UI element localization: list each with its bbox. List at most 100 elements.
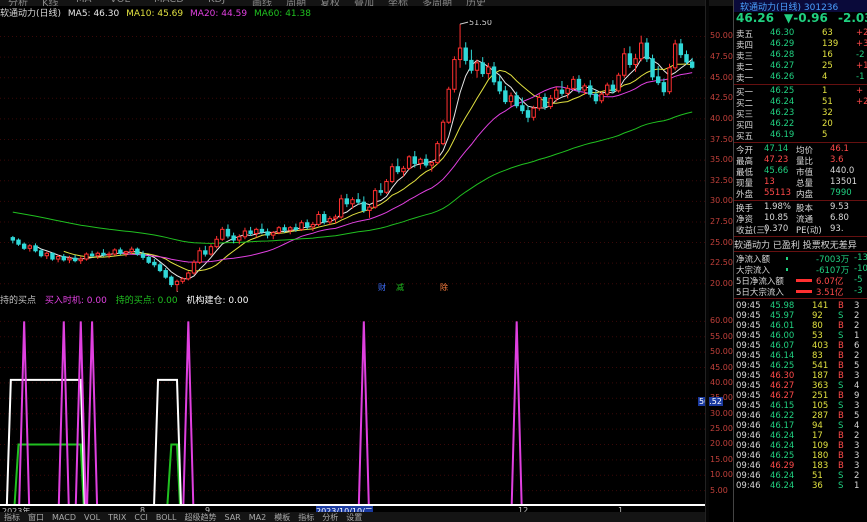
stat-row: 最高 47.23 量比 3.6 [734, 155, 867, 167]
indicator-chart[interactable] [0, 306, 705, 506]
indicator-tick: 30.00 [710, 408, 733, 418]
candle-body [395, 166, 400, 173]
indicator-tick: 45.00 [710, 362, 733, 372]
cell: 内盘 [796, 190, 814, 200]
candle-body [508, 95, 514, 103]
tick-cell: 09:45 [736, 351, 761, 361]
bottom-tab[interactable]: 模板 [274, 513, 290, 522]
vertical-scrollbar[interactable] [705, 0, 709, 522]
bid-row: 买四 46.22 20 [734, 119, 867, 131]
menu-item[interactable]: MA [76, 0, 91, 5]
candle-body [384, 181, 389, 193]
bottom-tab[interactable]: CCI [134, 513, 148, 522]
tick-cell: S [838, 471, 844, 481]
menu-item[interactable]: KDJ [208, 0, 225, 5]
bottom-tab[interactable]: 窗口 [28, 513, 44, 522]
current-price-row: 46.26 ▼-0.96 -2.03 [734, 11, 867, 27]
tick-cell: 5 [854, 411, 860, 421]
tick-cell: 09:46 [736, 461, 761, 471]
tick-cell: 46.27 [770, 391, 795, 401]
bottom-tab[interactable]: MACD [52, 513, 76, 522]
tick-cell: 46.01 [770, 321, 795, 331]
bottom-tab[interactable]: VOL [84, 513, 100, 522]
bottom-tab[interactable]: 指标 [4, 513, 20, 522]
tick-cell: 183 [812, 461, 829, 471]
candle-body [305, 222, 310, 228]
menu-item[interactable]: MACD [154, 0, 184, 5]
tick-cell: B [838, 441, 844, 451]
candle-body [276, 227, 282, 234]
tick-cell: 46.15 [770, 401, 795, 411]
candle-body [152, 261, 157, 266]
bottom-tab[interactable]: SAR [224, 513, 240, 522]
event-tag: 财 [378, 282, 386, 292]
candle-body [163, 270, 168, 278]
candle-body [548, 97, 553, 108]
price-tick: 42.50 [710, 93, 733, 103]
tick-cell: 46.22 [770, 411, 795, 421]
cell: 46.19 [770, 130, 795, 140]
tick-cell: 3 [854, 451, 860, 461]
price-change-pct: -2.03 [838, 11, 867, 25]
tick-cell: 46.07 [770, 341, 795, 351]
flow-bar [786, 257, 788, 260]
tick-cell: B [838, 361, 844, 371]
bottom-tab[interactable]: MA2 [249, 513, 266, 522]
bottom-tab-bar[interactable]: 指标 窗口 MACD VOL TRIX CCI BOLL 超级趋势 SAR MA2 模板 指标 分析 设置 [0, 512, 705, 522]
cell: 46.30 [770, 28, 795, 38]
price-tick: 20.00 [710, 278, 733, 288]
candle-body [616, 74, 621, 92]
tick-cell: 17 [812, 431, 823, 441]
indicator-tick: 60.00 [710, 316, 733, 326]
cell: 1.98% [764, 202, 792, 212]
tick-row: 09:46 46.24 36 S 1 [734, 481, 867, 491]
bottom-tab[interactable]: 设置 [346, 513, 362, 522]
tick-cell: 1 [854, 331, 860, 341]
price-tick: 45.00 [710, 72, 733, 82]
tick-cell: B [838, 431, 844, 441]
menu-item[interactable]: VOL [110, 0, 130, 5]
tick-cell: 109 [812, 441, 829, 451]
high-mark: 51.50 [469, 20, 492, 27]
ask-row: 卖五46.3063+2 [734, 28, 867, 40]
stat-row: 今开 47.14 均价 46.1 [734, 144, 867, 156]
flow-row: 5日大宗流入 3.51亿 -3 [734, 286, 867, 298]
candle-body [520, 105, 525, 112]
indicator-legend: 持的买点 买入时机: 0.00 持的买点: 0.00 机构建仓: 0.00 [0, 293, 705, 306]
tick-cell: 3 [854, 371, 860, 381]
cell: 45.66 [764, 166, 789, 176]
candle-body [84, 253, 89, 260]
bottom-tab[interactable]: BOLL [156, 513, 177, 522]
bottom-tab[interactable]: TRIX [108, 513, 126, 522]
price-tick: 22.50 [710, 258, 733, 268]
tick-cell: 09:45 [736, 391, 761, 401]
cell: 55113 [764, 188, 792, 198]
bottom-tab[interactable]: 指标 [298, 513, 314, 522]
flow-row: 大宗流入 -6107万 -10 [734, 264, 867, 276]
tick-row: 09:45 45.97 92 S 2 [734, 311, 867, 321]
candle-body [367, 206, 372, 211]
bottom-tab[interactable]: 分析 [322, 513, 338, 522]
candle-body [418, 158, 423, 164]
candle-body [293, 227, 299, 230]
candle-body [571, 78, 576, 89]
candle-body [72, 257, 78, 262]
candle-body [593, 93, 599, 102]
bid-row: 买三 46.23 32 [734, 108, 867, 120]
tick-cell: 09:46 [736, 451, 761, 461]
tick-cell: 3 [854, 461, 860, 471]
kline-chart[interactable]: 51.5019.05财减除 [0, 20, 705, 292]
tick-cell: 5 [854, 361, 860, 371]
tick-cell: 9 [854, 391, 860, 401]
candle-body [271, 232, 276, 236]
cell: 46.1 [830, 144, 849, 154]
candle-body [650, 58, 655, 78]
price-tick: 30.00 [710, 196, 733, 206]
candle-body [231, 235, 236, 241]
bottom-tab[interactable]: 超级趋势 [184, 513, 216, 522]
candle-body [661, 82, 667, 93]
price-tick: 35.00 [710, 155, 733, 165]
tick-cell: 180 [812, 451, 829, 461]
tick-row: 09:46 46.24 51 S 2 [734, 471, 867, 481]
tick-cell: 6 [854, 341, 860, 351]
